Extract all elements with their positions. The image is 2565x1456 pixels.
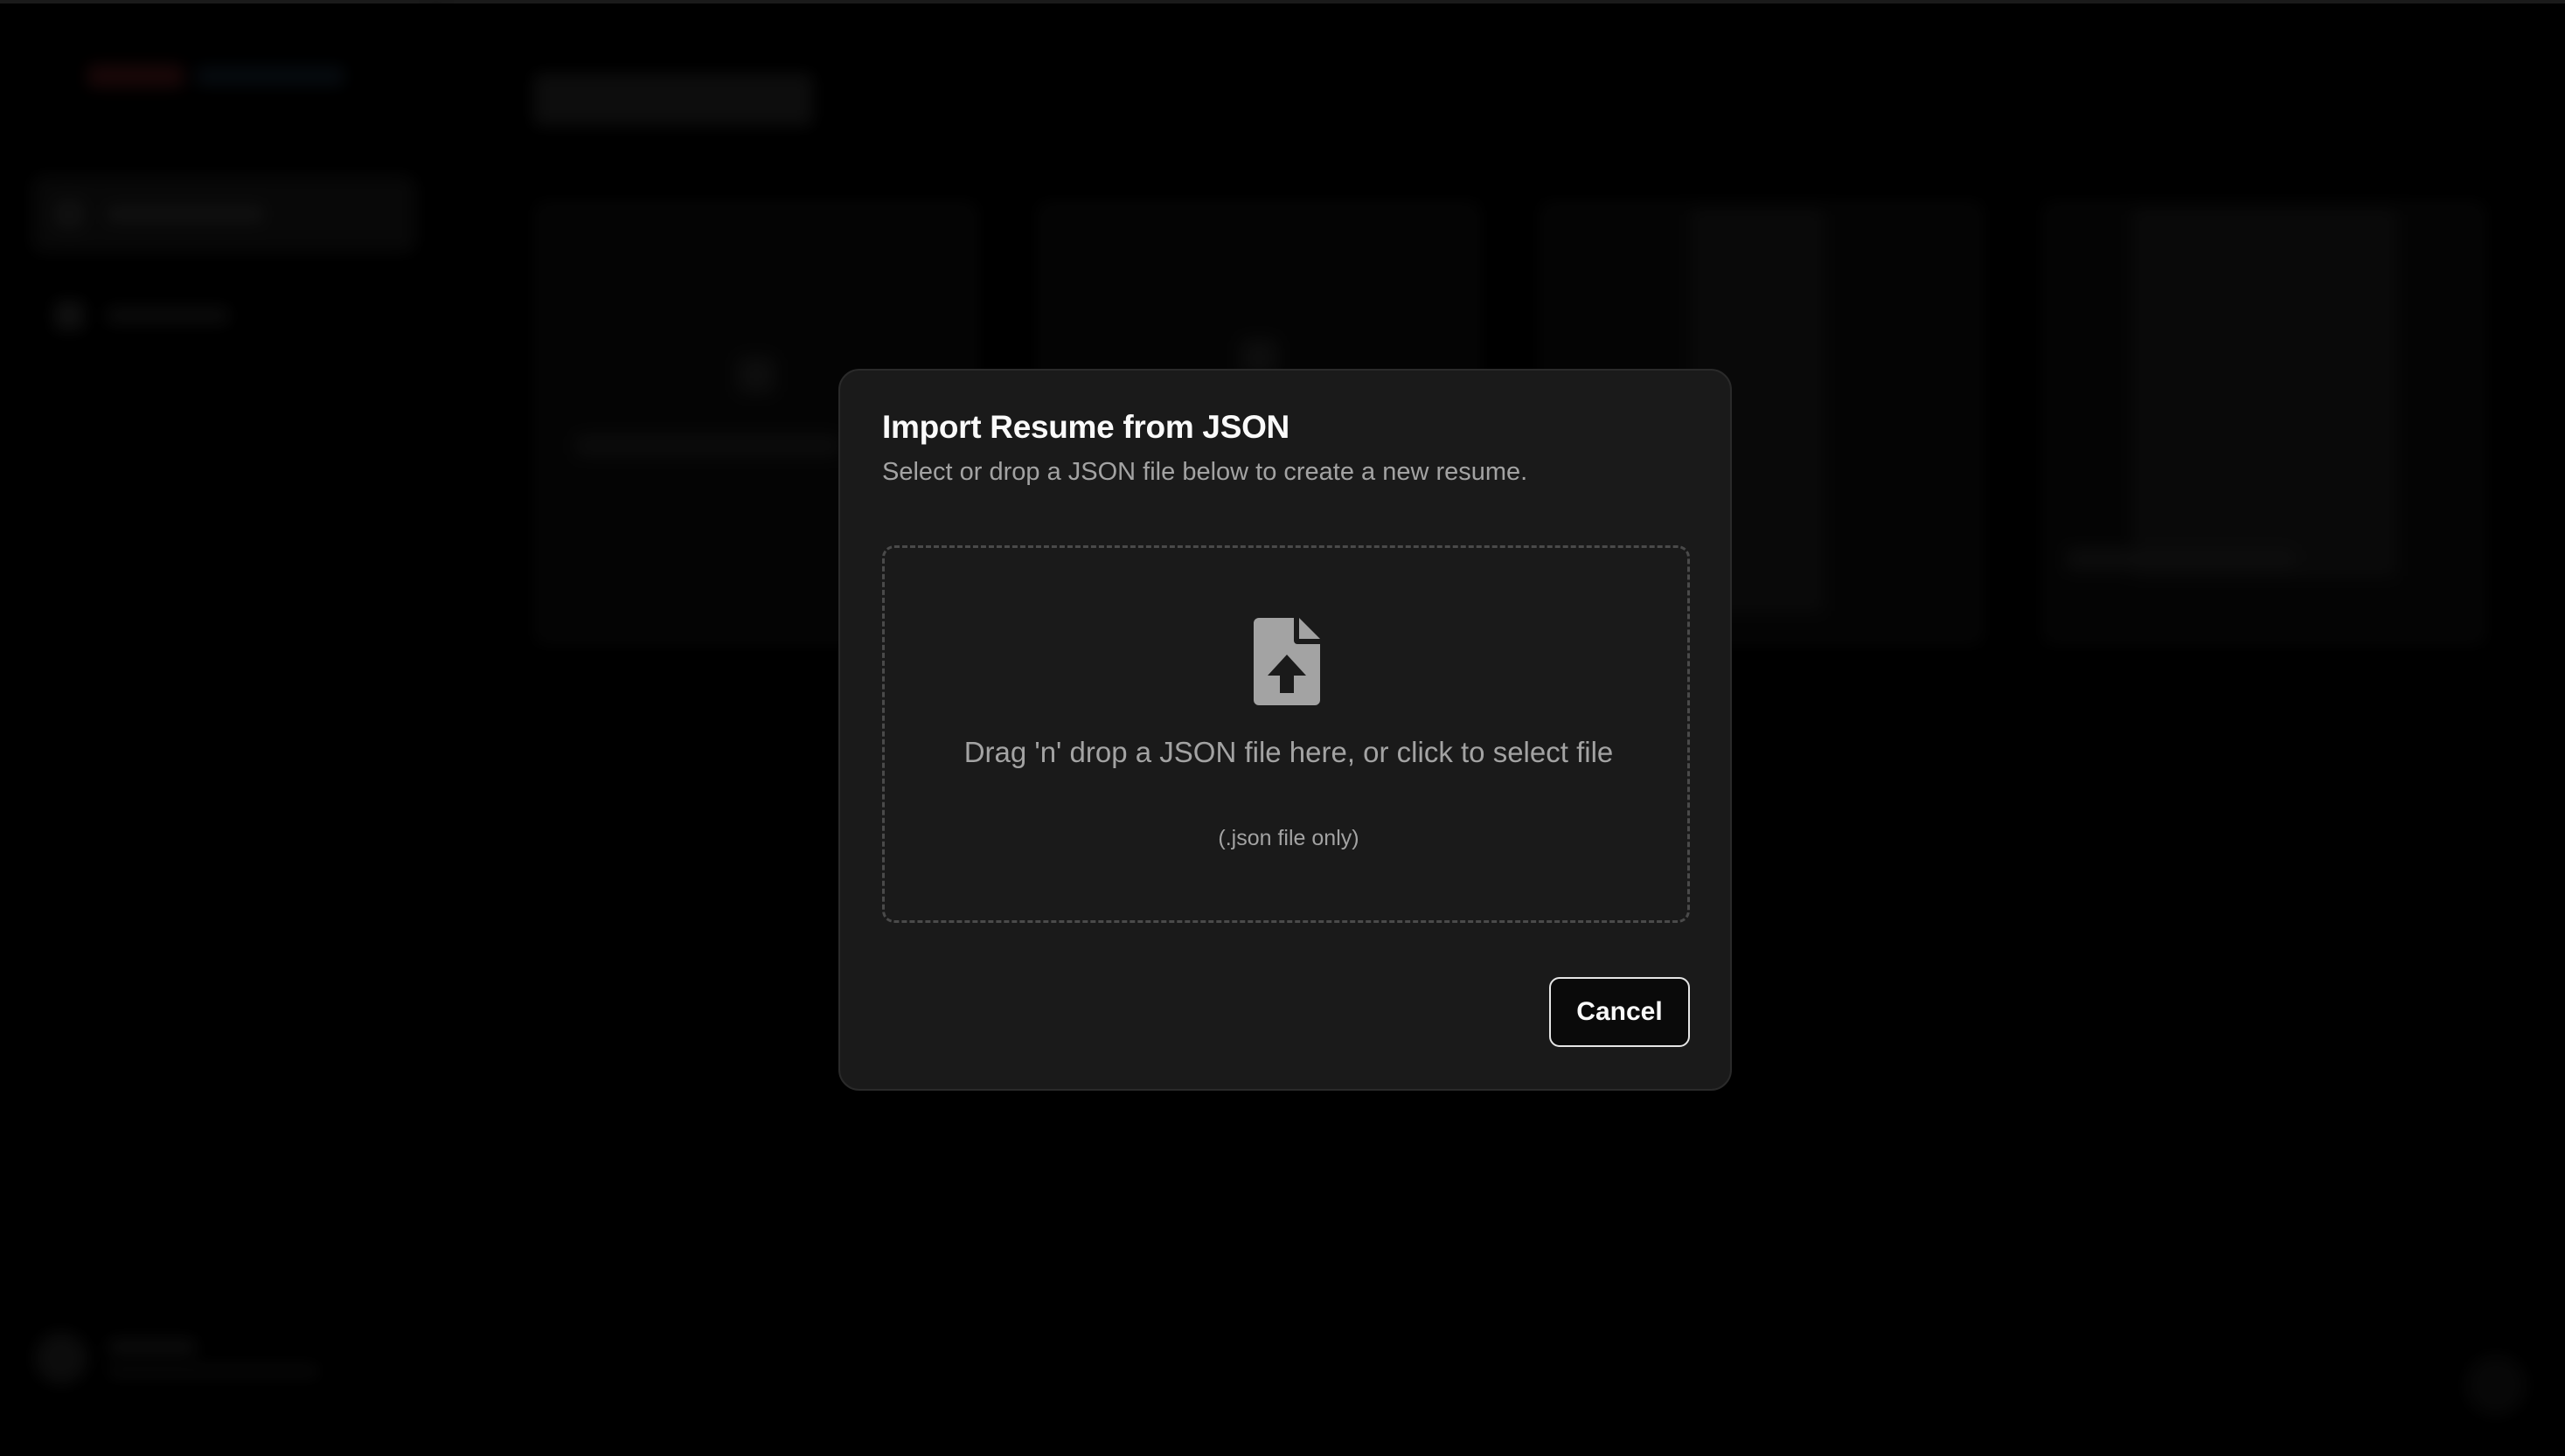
file-upload-icon (1254, 618, 1320, 705)
import-dialog: Import Resume from JSON Select or drop a… (838, 369, 1732, 1091)
cancel-button[interactable]: Cancel (1549, 977, 1690, 1047)
file-dropzone[interactable]: Drag 'n' drop a JSON file here, or click… (882, 545, 1690, 923)
dialog-title: Import Resume from JSON (882, 409, 1289, 445)
dropzone-text: Drag 'n' drop a JSON file here, or click… (963, 736, 1614, 768)
dialog-description: Select or drop a JSON file below to crea… (882, 458, 1528, 486)
dropzone-hint: (.json file only) (1218, 826, 1359, 850)
